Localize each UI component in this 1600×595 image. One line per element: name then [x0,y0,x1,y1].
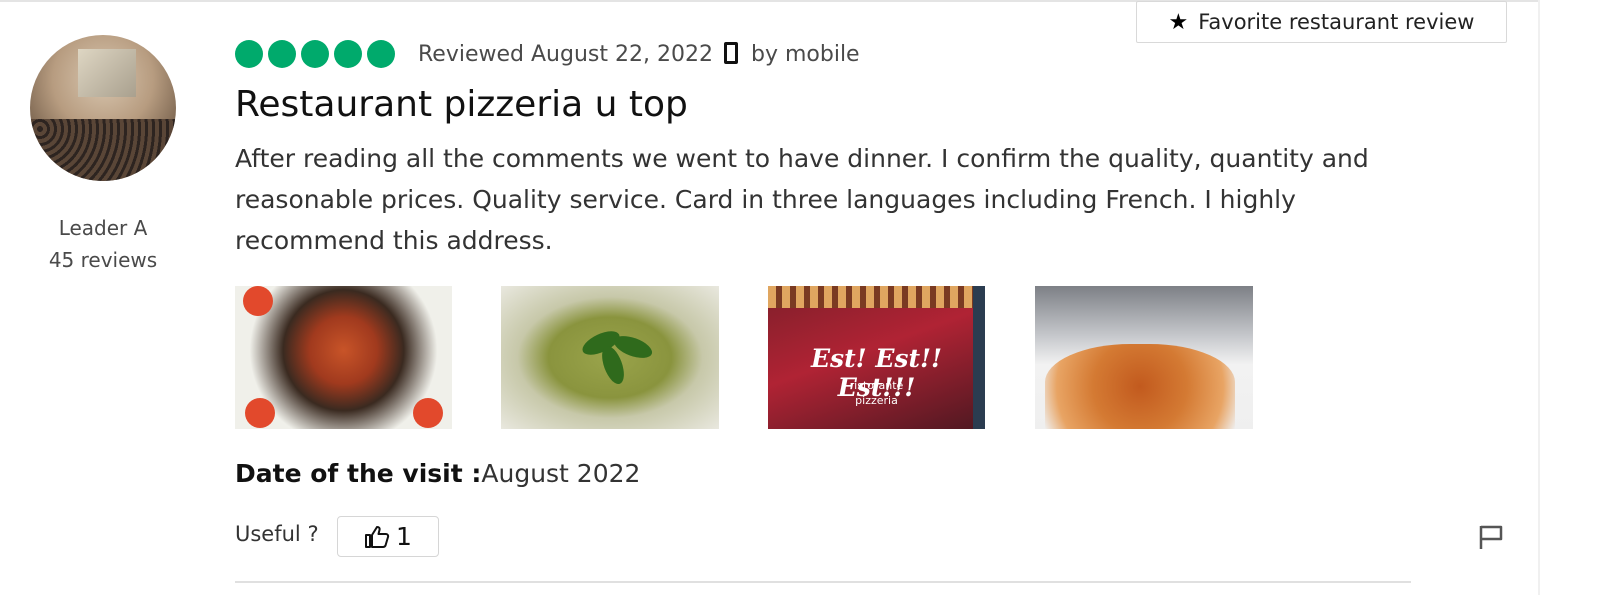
photo-decoration [973,286,985,429]
photo-decoration [245,398,275,428]
avatar-crowd [30,119,176,181]
menu-photo-line2: pizzeria [855,394,898,407]
helpful-vote-button[interactable]: 1 [337,516,439,557]
rating-bubble [268,40,296,68]
menu-photo-line1: ristorante [849,379,904,392]
photo-decoration [768,286,985,308]
thumbs-up-icon [365,525,390,548]
photo-decoration [413,398,443,428]
visit-date-value: August 2022 [481,459,641,488]
visit-date: Date of the visit :August 2022 [235,459,640,488]
review-photo-pesto[interactable] [501,286,719,429]
review-photo-menu[interactable]: Est! Est!! Est!!! ristorante pizzeria [768,286,985,429]
useful-label: Useful ? [235,522,319,546]
review-title[interactable]: Restaurant pizzeria u top [235,84,688,125]
review-body: After reading all the comments we went t… [235,144,1369,255]
favorite-review-button[interactable]: ★ Favorite restaurant review [1136,1,1507,43]
favorite-button-label: Favorite restaurant review [1198,10,1475,34]
review-device: by mobile [751,42,860,67]
star-icon: ★ [1168,9,1189,35]
review-date: Reviewed August 22, 2022 [418,42,713,67]
flag-icon[interactable] [1478,524,1504,550]
visit-date-label: Date of the visit : [235,459,482,488]
phone-icon [724,42,738,64]
helpful-vote-count: 1 [396,522,412,551]
bottom-divider [235,581,1411,583]
rating-bubbles [235,40,395,68]
author-name[interactable]: Leader A [30,216,176,240]
avatar[interactable] [30,35,176,181]
review-photo-lasagna[interactable] [1035,286,1253,429]
rating-bubble [235,40,263,68]
photo-decoration [243,286,273,316]
right-divider [1538,0,1540,595]
author-review-count: 45 reviews [48,248,158,272]
avatar-stage-screen [78,49,136,97]
rating-bubble [301,40,329,68]
rating-bubble [367,40,395,68]
photo-decoration [1045,344,1235,429]
rating-bubble [334,40,362,68]
review-photo-seafood[interactable] [235,286,452,429]
